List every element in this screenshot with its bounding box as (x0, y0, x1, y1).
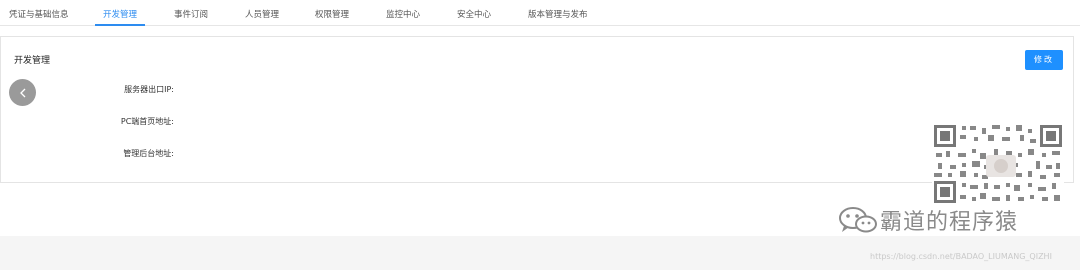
panel-title: 开发管理 (14, 56, 51, 66)
tab-personnel[interactable]: 人员管理 (245, 8, 279, 26)
back-button[interactable] (9, 79, 36, 106)
tab-monitoring[interactable]: 监控中心 (386, 8, 420, 26)
qr-code-icon (932, 123, 1064, 205)
watermark-brand-text: 霸道的程序猿 (880, 210, 1019, 235)
watermark-url: https://blog.csdn.net/BADAO_LIUMANG_QIZH… (870, 252, 1052, 261)
chevron-left-icon (19, 88, 25, 97)
tab-development[interactable]: 开发管理 (94, 8, 146, 26)
wechat-icon (839, 207, 877, 233)
page: 凭证与基础信息 开发管理 事件订阅 人员管理 权限管理 监控中心 安全中心 版本… (0, 0, 1080, 270)
watermark-brand: 霸道的程序猿 (836, 204, 1018, 236)
tab-permissions[interactable]: 权限管理 (315, 8, 349, 26)
field-label-pc-home-url: PC端首页地址: (120, 117, 174, 126)
tab-security[interactable]: 安全中心 (457, 8, 491, 26)
edit-button[interactable]: 修改 (1025, 50, 1063, 70)
field-value-admin-url (185, 148, 485, 160)
tab-version-release[interactable]: 版本管理与发布 (528, 8, 588, 26)
tab-credentials[interactable]: 凭证与基础信息 (9, 8, 69, 26)
dev-management-panel: 开发管理 修改 服务器出口IP: PC端首页地址: 管理后台地址: (0, 36, 1074, 183)
field-value-pc-home-url (185, 116, 485, 128)
top-tab-bar: 凭证与基础信息 开发管理 事件订阅 人员管理 权限管理 监控中心 安全中心 版本… (0, 0, 1080, 26)
tab-event-subscription[interactable]: 事件订阅 (174, 8, 208, 26)
field-value-server-ip (185, 84, 485, 96)
field-label-admin-url: 管理后台地址: (123, 149, 174, 158)
field-label-server-ip: 服务器出口IP: (124, 85, 174, 94)
